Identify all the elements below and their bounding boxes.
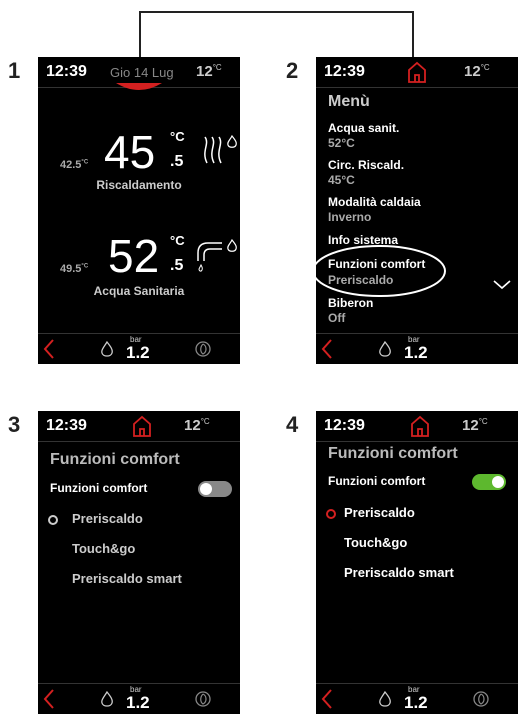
heating-setpoint: 42.5°C <box>60 159 89 171</box>
faucet-icon <box>197 242 222 272</box>
pressure-value: 1.2 <box>404 343 428 362</box>
page-title: Funzioni comfort <box>328 445 458 462</box>
page-title: Funzioni comfort <box>50 451 180 468</box>
screen-3: 12:39 12°C Funzioni comfort Funzioni com… <box>38 411 240 714</box>
bottom-bar: bar 1.2 <box>316 683 518 714</box>
pressure-value: 1.2 <box>126 343 150 362</box>
toggle-knob <box>492 476 504 488</box>
option-preriscaldo-smart[interactable]: Preriscaldo smart <box>72 571 182 586</box>
menu-item-label: Modalità caldaia <box>328 195 421 209</box>
option-preriscaldo[interactable]: Preriscaldo <box>72 511 143 526</box>
water-label: Acqua Sanitaria <box>93 284 185 298</box>
menu-item-value: 52°C <box>328 136 355 150</box>
step-number-1: 1 <box>8 58 21 83</box>
flame-icon <box>379 341 391 357</box>
outdoor-temperature: 12°C <box>184 417 210 434</box>
radiator-icon <box>204 136 222 164</box>
water-temperature: 52 <box>108 230 160 282</box>
radio-icon[interactable] <box>326 509 336 519</box>
toggle-label: Funzioni comfort <box>50 481 148 495</box>
flame-icon <box>101 691 113 707</box>
swirl-icon[interactable] <box>472 690 490 708</box>
back-icon[interactable] <box>320 688 334 710</box>
step-number-3: 3 <box>8 412 21 437</box>
step-number-4: 4 <box>286 412 299 437</box>
outdoor-temperature: 12°C <box>462 417 488 434</box>
option-preriscaldo[interactable]: Preriscaldo <box>344 505 415 520</box>
flame-icon <box>101 341 113 357</box>
flame-icon <box>379 691 391 707</box>
home-icon[interactable] <box>408 414 432 438</box>
step-number-2: 2 <box>286 58 299 83</box>
water-unit: °C <box>170 233 185 248</box>
status-bar: 12:39 12°C <box>316 57 518 88</box>
comfort-toggle[interactable] <box>472 474 506 490</box>
menu-item-value: Off <box>328 311 346 325</box>
home-icon[interactable] <box>130 414 154 438</box>
water-decimal: .5 <box>170 257 184 274</box>
status-bar: 12:39 12°C <box>38 411 240 442</box>
toggle-label: Funzioni comfort <box>328 474 426 488</box>
heating-label: Riscaldamento <box>96 178 182 192</box>
water-flame-icon <box>227 239 237 252</box>
swirl-icon[interactable] <box>194 340 212 358</box>
menu-item-value: Inverno <box>328 210 372 224</box>
screen-4: 12:39 12°C Funzioni comfort Funzioni com… <box>316 411 518 714</box>
comfort-toggle[interactable] <box>198 481 232 497</box>
clock: 12:39 <box>46 63 87 80</box>
back-icon[interactable] <box>42 338 56 360</box>
option-touchgo[interactable]: Touch&go <box>344 535 407 550</box>
clock: 12:39 <box>46 417 87 434</box>
menu-item-label: Circ. Riscald. <box>328 158 405 172</box>
heating-temperature: 45 <box>104 126 156 178</box>
radio-icon[interactable] <box>48 515 58 525</box>
status-bar: 12:39 12°C <box>316 411 518 442</box>
chevron-down-icon[interactable] <box>492 279 512 291</box>
swirl-icon[interactable] <box>194 690 212 708</box>
screen-1: 12:39 Gio 14 Lug 12°C 42.5°C 45 °C .5 Ri… <box>38 57 240 364</box>
clock: 12:39 <box>324 63 365 80</box>
date: Gio 14 Lug <box>110 65 174 80</box>
pressure-value: 1.2 <box>404 693 428 712</box>
toggle-knob <box>200 483 212 495</box>
highlight-ellipse <box>312 245 446 297</box>
screen-2: 12:39 12°C Menù Acqua sanit. 52°C Circ. … <box>316 57 518 364</box>
heating-decimal: .5 <box>170 153 184 170</box>
outdoor-temperature: 12°C <box>464 63 490 80</box>
option-preriscaldo-smart[interactable]: Preriscaldo smart <box>344 565 454 580</box>
back-icon[interactable] <box>42 688 56 710</box>
home-icon[interactable] <box>405 60 429 84</box>
heating-unit: °C <box>170 129 185 144</box>
menu-title: Menù <box>328 93 370 110</box>
heating-flame-icon <box>227 135 237 148</box>
outdoor-temperature: 12°C <box>196 63 222 80</box>
active-indicator-icon <box>116 83 162 90</box>
bottom-bar: bar 1.2 <box>38 333 240 364</box>
bottom-bar: bar 1.2 <box>38 683 240 714</box>
clock: 12:39 <box>324 417 365 434</box>
back-icon[interactable] <box>320 338 334 360</box>
pressure-value: 1.2 <box>126 693 150 712</box>
menu-item-value: 45°C <box>328 173 355 187</box>
option-touchgo[interactable]: Touch&go <box>72 541 135 556</box>
menu-item-label: Acqua sanit. <box>328 121 400 135</box>
bottom-bar: bar 1.2 <box>316 333 518 364</box>
water-setpoint: 49.5°C <box>60 263 89 275</box>
